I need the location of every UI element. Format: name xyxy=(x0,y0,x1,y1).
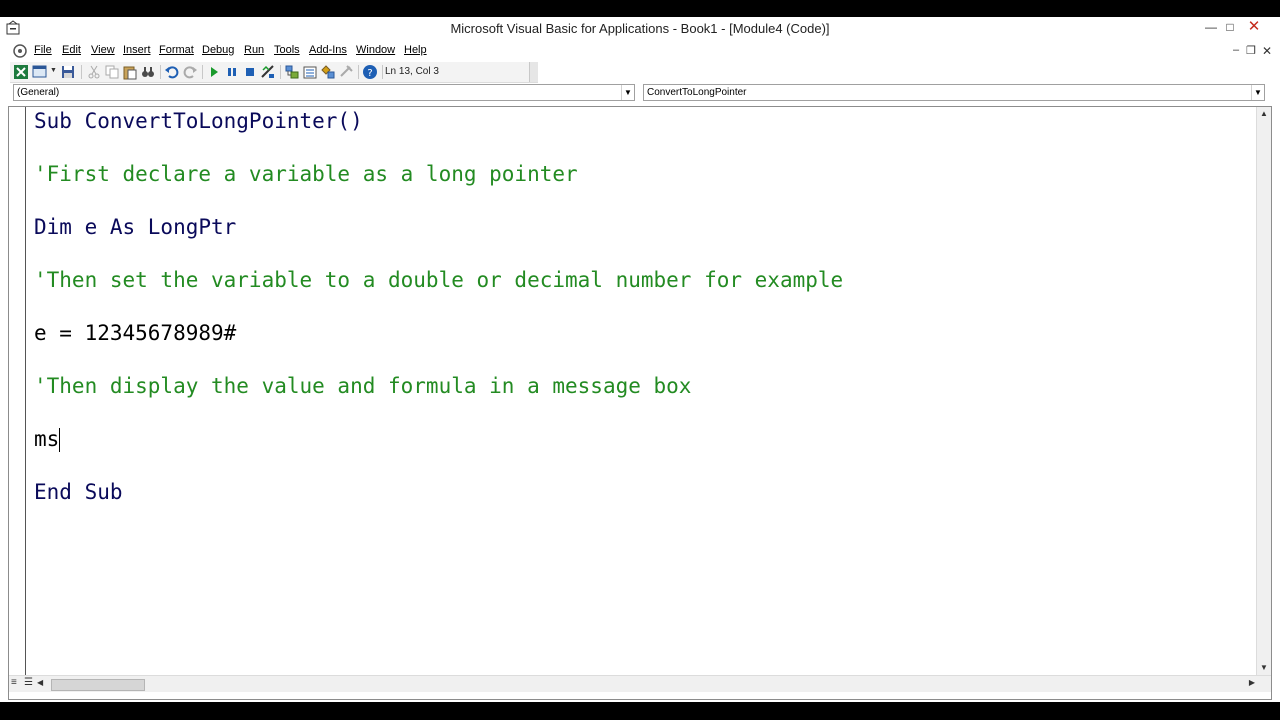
menu-tools[interactable]: Tools xyxy=(274,44,300,56)
toolbar-options-grip[interactable] xyxy=(529,62,538,82)
vertical-scrollbar[interactable]: ▲ ▼ xyxy=(1256,107,1271,675)
close-button[interactable]: ✕ xyxy=(1243,18,1265,36)
break-icon[interactable] xyxy=(224,64,240,80)
text-caret xyxy=(59,428,61,452)
procedure-combo[interactable]: ConvertToLongPointer ▼ xyxy=(643,84,1265,101)
code-window-combos: (General) ▼ ConvertToLongPointer ▼ xyxy=(0,83,1280,103)
maximize-button[interactable]: □ xyxy=(1219,18,1241,36)
project-explorer-icon[interactable] xyxy=(284,64,300,80)
code-line-2[interactable]: 'First declare a variable as a long poin… xyxy=(34,159,578,189)
excel-icon[interactable] xyxy=(13,64,29,80)
menu-debug[interactable]: Debug xyxy=(202,44,234,56)
redo-icon[interactable] xyxy=(182,64,198,80)
toolbar-separator xyxy=(358,65,359,79)
menu-addins[interactable]: Add-Ins xyxy=(309,44,347,56)
code-line-7[interactable]: ms xyxy=(34,424,61,454)
toolbar-separator xyxy=(382,65,383,79)
object-combo-value: (General) xyxy=(17,87,60,98)
cursor-position-status: Ln 13, Col 3 xyxy=(385,66,439,77)
svg-text:?: ? xyxy=(367,68,372,79)
code-line-4[interactable]: 'Then set the variable to a double or de… xyxy=(34,265,843,295)
menu-edit[interactable]: Edit xyxy=(62,44,81,56)
vba-window: Microsoft Visual Basic for Applications … xyxy=(0,17,1280,702)
properties-window-icon[interactable] xyxy=(302,64,318,80)
toolbar-separator xyxy=(81,65,82,79)
horizontal-scroll-thumb[interactable] xyxy=(51,679,145,691)
toolbar-separator xyxy=(202,65,203,79)
menu-view[interactable]: View xyxy=(91,44,115,56)
standard-toolbar: ▼ ? Ln 13, Col 3 xyxy=(10,62,538,83)
indicator-margin[interactable] xyxy=(9,107,26,675)
toolbar-separator xyxy=(280,65,281,79)
menu-insert[interactable]: Insert xyxy=(123,44,151,56)
toolbox-icon[interactable] xyxy=(338,64,354,80)
chevron-down-icon[interactable]: ▼ xyxy=(621,85,634,100)
find-icon[interactable] xyxy=(140,64,156,80)
code-line-3[interactable]: Dim e As LongPtr xyxy=(34,212,236,242)
reset-icon[interactable] xyxy=(242,64,258,80)
paste-icon[interactable] xyxy=(122,64,138,80)
mdi-restore-button[interactable]: ❐ xyxy=(1246,44,1256,57)
scroll-up-icon[interactable]: ▲ xyxy=(1257,107,1271,121)
procedure-view-icon[interactable]: ≡ xyxy=(11,677,17,688)
code-line-6[interactable]: 'Then display the value and formula in a… xyxy=(34,371,691,401)
insert-dropdown-icon[interactable]: ▼ xyxy=(50,67,57,74)
help-icon[interactable]: ? xyxy=(362,64,378,80)
menu-bar: File Edit View Insert Format Debug Run T… xyxy=(0,41,1280,61)
undo-icon[interactable] xyxy=(164,64,180,80)
toolbar-separator xyxy=(160,65,161,79)
title-bar: Microsoft Visual Basic for Applications … xyxy=(0,17,1280,40)
copy-icon[interactable] xyxy=(104,64,120,80)
cut-icon[interactable] xyxy=(86,64,102,80)
code-line-1[interactable]: Sub ConvertToLongPointer() xyxy=(34,106,363,136)
current-line-text[interactable]: ms xyxy=(34,427,59,451)
code-editor[interactable]: Sub ConvertToLongPointer() 'First declar… xyxy=(8,106,1272,700)
code-line-5[interactable]: e = 12345678989# xyxy=(34,318,236,348)
menu-format[interactable]: Format xyxy=(159,44,194,56)
run-icon[interactable] xyxy=(206,64,222,80)
procedure-combo-value: ConvertToLongPointer xyxy=(647,87,747,98)
menu-help[interactable]: Help xyxy=(404,44,427,56)
code-line-8[interactable]: End Sub xyxy=(34,477,123,507)
menu-run[interactable]: Run xyxy=(244,44,264,56)
mdi-close-button[interactable]: ✕ xyxy=(1262,44,1272,58)
design-mode-icon[interactable] xyxy=(260,64,276,80)
menu-file[interactable]: File xyxy=(34,44,52,56)
menu-window[interactable]: Window xyxy=(356,44,395,56)
object-browser-icon[interactable] xyxy=(320,64,336,80)
scroll-down-icon[interactable]: ▼ xyxy=(1257,661,1271,675)
scroll-right-icon[interactable]: ▶ xyxy=(1249,678,1255,687)
insert-userform-icon[interactable] xyxy=(32,64,48,80)
horizontal-scrollbar[interactable]: ≡ ☰ ◀ ▶ xyxy=(9,675,1271,692)
module-icon[interactable] xyxy=(12,43,28,59)
mdi-minimize-button[interactable]: – xyxy=(1233,44,1239,56)
object-combo[interactable]: (General) ▼ xyxy=(13,84,635,101)
code-text[interactable]: Sub ConvertToLongPointer() 'First declar… xyxy=(34,107,843,504)
chevron-down-icon[interactable]: ▼ xyxy=(1251,85,1264,100)
save-icon[interactable] xyxy=(60,64,76,80)
full-module-view-icon[interactable]: ☰ xyxy=(24,677,33,688)
scroll-left-icon[interactable]: ◀ xyxy=(37,678,43,687)
window-title: Microsoft Visual Basic for Applications … xyxy=(450,21,830,36)
